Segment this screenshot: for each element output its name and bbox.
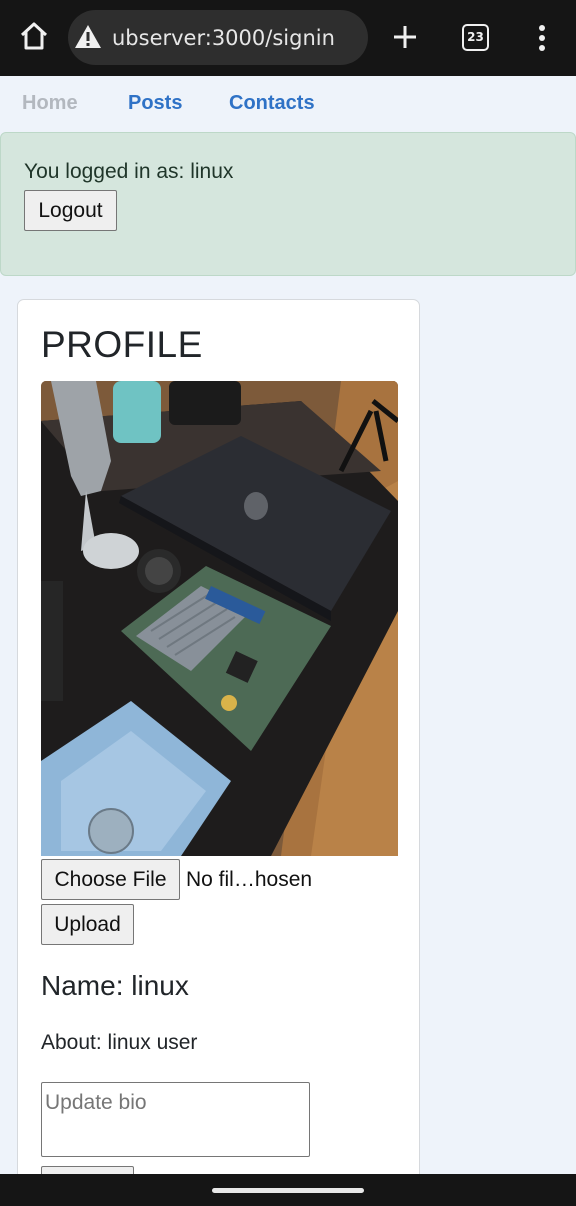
home-icon[interactable] [18,20,50,52]
browser-toolbar: ubserver:3000/signin 23 [0,0,576,76]
more-vert-icon[interactable] [536,24,548,52]
tabs-icon[interactable]: 23 [462,24,489,51]
profile-about: About: linux user [41,1031,198,1054]
upload-button[interactable]: Upload [41,904,134,945]
logout-button[interactable]: Logout [24,190,117,231]
bio-textarea[interactable] [41,1082,310,1157]
warning-icon[interactable] [74,24,102,50]
plus-icon[interactable] [392,24,418,50]
nav-link-contacts[interactable]: Contacts [229,92,315,115]
login-status-alert: You logged in as: linux Logout [0,132,576,276]
home-gesture-handle[interactable] [212,1188,364,1193]
file-status-text: No fil…hosen [186,868,313,891]
app-nav: Home Posts Contacts [0,76,576,132]
gesture-nav-bar [0,1174,576,1206]
profile-card: PROFILE Choose File No fil…hosen Upload … [17,299,420,1206]
profile-title: PROFILE [41,324,203,365]
nav-link-home[interactable]: Home [22,92,78,115]
choose-file-button[interactable]: Choose File [41,859,180,900]
profile-photo [41,381,398,856]
profile-name: Name: linux [41,970,189,1001]
address-bar[interactable]: ubserver:3000/signin [68,10,368,65]
login-status-message: You logged in as: linux [24,160,234,183]
url-text: ubserver:3000/signin [112,26,335,50]
nav-link-posts[interactable]: Posts [128,92,182,115]
